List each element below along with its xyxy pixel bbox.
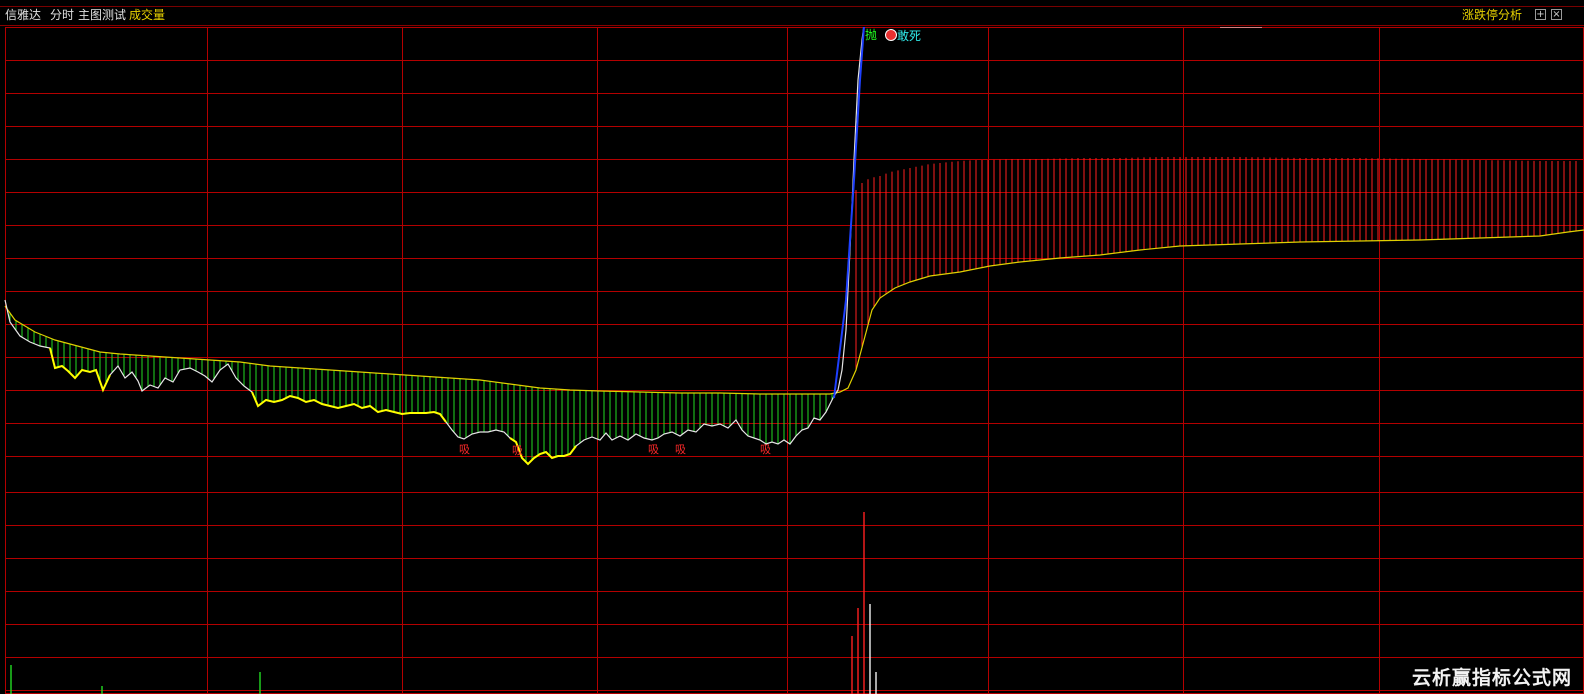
average-price-line (4, 229, 1584, 395)
chart-toolbar: 信雅达 分时 主图测试 成交量 涨跌停分析 + × (0, 6, 1584, 26)
intraday-chart: 抛 敢死 吸 吸 吸 吸 吸 (4, 27, 1584, 694)
watermark: 云析赢指标公式网 (1411, 667, 1572, 689)
price-line (4, 27, 865, 465)
limit-analysis-label[interactable]: 涨跌停分析 (1462, 8, 1522, 23)
buy-signal-label: 吸 (648, 443, 659, 456)
plot-border (5, 27, 1584, 694)
buy-zone-line (49, 347, 111, 393)
buy-zone-segments (49, 347, 577, 466)
stock-name[interactable]: 信雅达 (5, 8, 41, 23)
buy-signal-label: 吸 (512, 444, 523, 457)
chart-grid (5, 27, 1584, 694)
volume-indicator[interactable]: 成交量 (129, 8, 165, 23)
volume-bars (10, 512, 877, 694)
buy-signal-label: 吸 (459, 443, 470, 456)
add-icon[interactable]: + (1535, 9, 1546, 20)
tab-intraday[interactable]: 分时 (50, 8, 74, 23)
close-icon[interactable]: × (1551, 9, 1562, 20)
indicator-name[interactable]: 主图测试 (78, 8, 126, 23)
dead-signal-label: 敢死 (897, 29, 921, 43)
avg-deviation-bars (9, 157, 1577, 462)
buy-signal-label: 吸 (760, 443, 771, 456)
ball-icon (885, 29, 897, 41)
buy-zone-line (251, 391, 447, 423)
sell-signal-label: 抛 (865, 27, 877, 42)
buy-signal-label: 吸 (675, 443, 686, 456)
